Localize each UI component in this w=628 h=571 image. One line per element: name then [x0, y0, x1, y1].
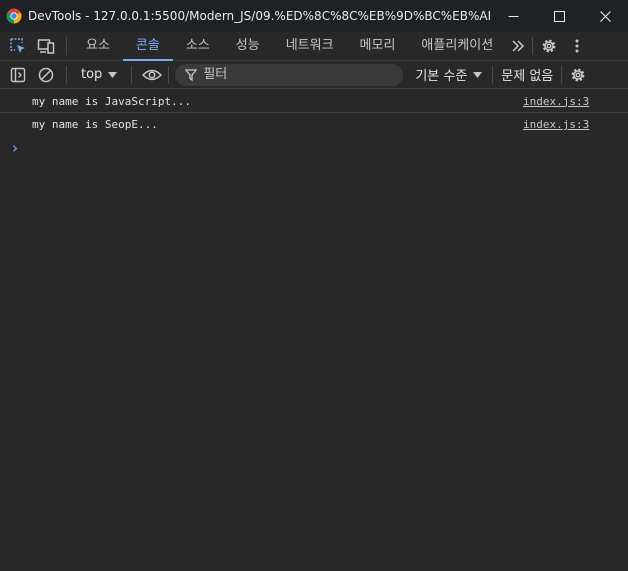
tab-performance[interactable]: 성능 [223, 32, 273, 60]
close-button[interactable] [582, 0, 628, 32]
device-toggle-icon [37, 39, 55, 54]
window-titlebar: DevTools - 127.0.0.1:5500/Modern_JS/09.%… [0, 0, 628, 32]
toolbar-divider [492, 65, 494, 84]
clear-icon [38, 67, 54, 82]
show-sidebar-button[interactable] [4, 61, 32, 89]
toolbar-divider [168, 65, 170, 84]
log-levels-dropdown[interactable]: 기본 수준 [415, 65, 483, 84]
inspect-element-button[interactable] [4, 32, 32, 60]
window-title: DevTools - 127.0.0.1:5500/Modern_JS/09.%… [28, 9, 490, 23]
issues-counter[interactable]: 문제 없음 [501, 65, 553, 84]
toolbar-divider [66, 37, 67, 55]
double-chevron-right-icon [512, 40, 525, 52]
close-icon [599, 10, 611, 22]
device-toolbar-button[interactable] [32, 32, 60, 60]
dropdown-triangle-icon [473, 71, 483, 78]
toolbar-divider [131, 65, 133, 84]
more-tabs-button[interactable] [506, 32, 530, 60]
source-link[interactable]: index.js:3 [523, 118, 591, 131]
log-levels-label: 기본 수준 [415, 69, 468, 84]
tab-console[interactable]: 콘솔 [122, 32, 173, 61]
filter-funnel-icon [185, 68, 198, 81]
settings-button[interactable] [535, 32, 563, 60]
context-selector[interactable]: top [73, 67, 125, 82]
tab-elements[interactable]: 요소 [73, 32, 123, 60]
console-message: my name is SeopE... index.js:3 [0, 113, 628, 136]
console-message-text: my name is JavaScript... [32, 94, 191, 108]
prompt-chevron-icon: › [12, 138, 18, 157]
toolbar-divider [532, 37, 534, 55]
eye-icon [142, 69, 163, 80]
devtools-tabbar: 요소 콘솔 소스 성능 네트워크 메모리 애플리케이션 [0, 32, 628, 61]
dropdown-triangle-icon [108, 71, 118, 78]
maximize-icon [553, 10, 565, 22]
gear-icon [542, 39, 556, 53]
clear-console-button[interactable] [32, 61, 60, 89]
live-expression-button[interactable] [138, 61, 166, 89]
inspect-element-icon [10, 38, 25, 53]
tab-memory[interactable]: 메모리 [347, 32, 409, 60]
console-toolbar: top 기본 수준 문제 없음 [0, 61, 628, 89]
toolbar-divider [561, 65, 563, 84]
source-link[interactable]: index.js:3 [523, 95, 591, 108]
console-message-text: my name is SeopE... [32, 118, 158, 131]
tab-application[interactable]: 애플리케이션 [408, 32, 506, 60]
customize-menu-button[interactable] [563, 32, 591, 60]
maximize-button[interactable] [536, 0, 582, 32]
console-output[interactable]: my name is JavaScript... index.js:3 my n… [0, 90, 628, 160]
chrome-logo-icon [6, 8, 22, 24]
minimize-button[interactable] [490, 0, 536, 32]
tab-sources[interactable]: 소스 [173, 32, 223, 60]
filter-field[interactable] [175, 63, 404, 86]
context-label: top [81, 67, 103, 82]
filter-input[interactable] [203, 67, 384, 82]
console-settings-button[interactable] [564, 61, 592, 89]
minimize-icon [508, 15, 518, 17]
toolbar-divider [66, 65, 67, 84]
sidebar-toggle-icon [10, 67, 26, 82]
kebab-menu-icon [575, 39, 579, 53]
console-prompt[interactable]: › [0, 136, 628, 160]
tab-network[interactable]: 네트워크 [273, 32, 347, 60]
console-message: my name is JavaScript... index.js:3 [0, 90, 628, 113]
gear-icon [571, 68, 585, 81]
